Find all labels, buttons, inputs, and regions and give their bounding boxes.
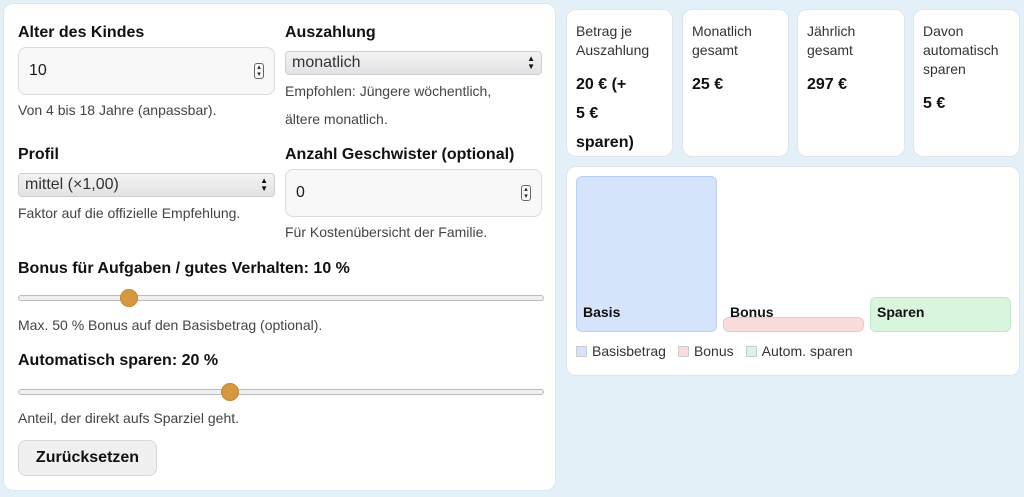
bonus-label: Bonus für Aufgaben / gutes Verhalten: 10…: [18, 260, 350, 277]
legend-swatch: [677, 345, 689, 357]
card-title-line: Auszahlung: [576, 42, 650, 58]
savings-slider-thumb[interactable]: [221, 383, 240, 401]
savings-hint: Anteil, der direkt aufs Sparziel geht.: [18, 410, 240, 426]
legend-item: Basisbetrag: [576, 343, 666, 359]
select-arrows-icon: ▲ ▼: [527, 54, 535, 71]
bonus-slider-thumb[interactable]: [119, 289, 138, 307]
card-value: 20 € (+ 5 € sparen): [576, 70, 634, 157]
siblings-hint: Für Kostenübersicht der Familie.: [285, 224, 488, 240]
legend-label: Basisbetrag: [592, 343, 666, 359]
age-stepper-icon[interactable]: ▴ ▾: [254, 63, 264, 79]
card-value-line: 5 €: [576, 105, 599, 122]
card-per-payout: Betrag je Auszahlung 20 € (+ 5 € sparen): [566, 9, 673, 157]
profile-label: Profil: [18, 146, 59, 163]
bonus-slider-track[interactable]: [18, 295, 544, 301]
siblings-input[interactable]: 0 ▴ ▾: [285, 169, 542, 217]
age-input[interactable]: 10 ▴ ▾: [18, 47, 275, 95]
card-title-line: Betrag je: [576, 23, 633, 39]
card-title-line: gesamt: [692, 42, 738, 58]
siblings-stepper-icon[interactable]: ▴ ▾: [521, 185, 531, 201]
bar-label-basis: Basis: [583, 304, 621, 320]
legend-label: Autom. sparen: [761, 343, 853, 359]
card-value: 25 €: [692, 76, 724, 93]
card-title-line: sparen: [923, 61, 966, 77]
card-value: 297 €: [807, 76, 848, 93]
card-title-line: Monatlich: [692, 23, 752, 39]
settings-form: Alter des Kindes 10 ▴ ▾ Von 4 bis 18 Jahr…: [3, 3, 556, 491]
legend-label: Bonus: [693, 343, 734, 359]
select-arrows-icon: ▲ ▼: [260, 176, 268, 193]
card-auto-savings: Davon automatisch sparen 5 €: [913, 9, 1020, 157]
savings-slider-track[interactable]: [18, 389, 544, 395]
bonus-hint: Max. 50 % Bonus auf den Basisbetrag (opt…: [18, 317, 323, 333]
card-monthly-total: Monatlich gesamt 25 €: [682, 9, 789, 157]
bar-label-sparen: Sparen: [877, 304, 925, 320]
profile-hint: Faktor auf die offizielle Empfehlung.: [18, 205, 241, 221]
reset-button[interactable]: Zurücksetzen: [18, 440, 157, 476]
chart-legend: Basisbetrag Bonus Autom. sparen: [576, 343, 865, 359]
card-value-line: 20 € (+: [576, 76, 627, 93]
siblings-value: 0: [296, 184, 305, 201]
card-title: Davon automatisch sparen: [923, 22, 998, 79]
profile-select[interactable]: mittel (×1,00) ▲ ▼: [18, 173, 275, 197]
card-title-line: gesamt: [807, 42, 853, 58]
legend-item: Autom. sparen: [745, 343, 853, 359]
legend-swatch: [745, 345, 757, 357]
bar-label-bonus: Bonus: [730, 304, 774, 320]
age-hint: Von 4 bis 18 Jahre (anpassbar).: [18, 102, 217, 118]
payout-label: Auszahlung: [285, 24, 376, 41]
card-yearly-total: Jährlich gesamt 297 €: [797, 9, 905, 157]
card-title-line: Jährlich: [807, 23, 856, 39]
savings-label: Automatisch sparen: 20 %: [18, 352, 219, 369]
profile-selected: mittel (×1,00): [25, 176, 119, 193]
card-title-line: Davon: [923, 23, 964, 39]
siblings-label: Anzahl Geschwister (optional): [285, 146, 515, 163]
payout-hint-1: Empfohlen: Jüngere wöchentlich,: [285, 83, 492, 99]
payout-hint-2: ältere monatlich.: [285, 111, 388, 127]
card-title-line: automatisch: [923, 42, 999, 58]
card-value-line: sparen): [576, 134, 634, 151]
legend-item: Bonus: [677, 343, 734, 359]
card-value: 5 €: [923, 95, 946, 112]
legend-swatch: [576, 345, 587, 357]
card-title: Jährlich gesamt: [807, 22, 855, 60]
payout-select[interactable]: monatlich ▲ ▼: [285, 51, 542, 75]
payout-selected: monatlich: [292, 54, 361, 71]
card-title: Monatlich gesamt: [692, 22, 752, 60]
age-label: Alter des Kindes: [18, 24, 145, 41]
age-value: 10: [29, 62, 47, 79]
card-title: Betrag je Auszahlung: [576, 22, 649, 60]
